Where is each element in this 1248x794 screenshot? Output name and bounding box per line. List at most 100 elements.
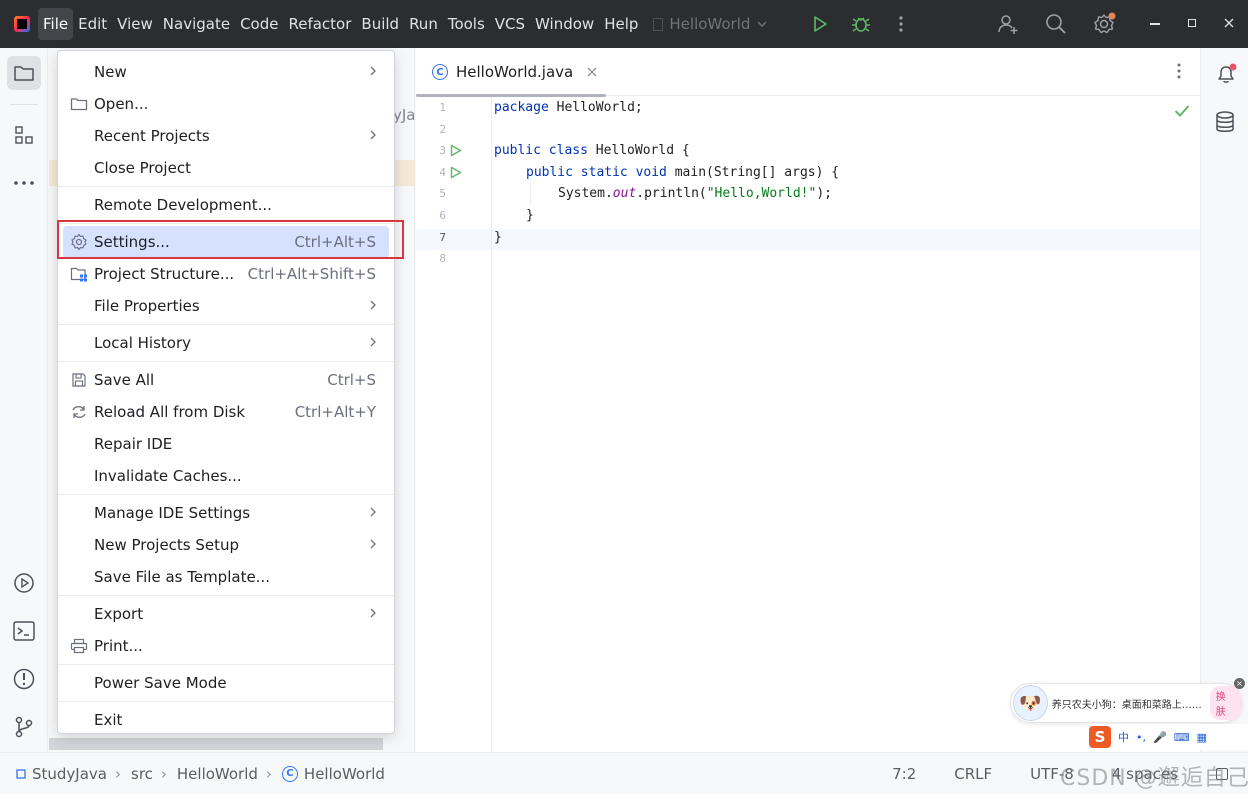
- menu-edit[interactable]: Edit: [73, 8, 112, 40]
- close-tab-icon[interactable]: [587, 67, 597, 77]
- caret-position[interactable]: 7:2: [892, 765, 916, 783]
- menu-item-recent-projects[interactable]: Recent Projects: [63, 120, 389, 152]
- menu-item-export[interactable]: Export: [63, 598, 389, 630]
- more-vertical-icon[interactable]: [896, 14, 906, 34]
- breadcrumb-item[interactable]: src: [131, 765, 153, 783]
- code-line-4: public static void main(String[] args) {: [526, 162, 839, 184]
- git-tool-button[interactable]: [7, 710, 41, 744]
- ime-skin-button[interactable]: 换肤: [1209, 686, 1241, 720]
- restore-button[interactable]: [1188, 19, 1196, 27]
- title-bar: File Edit View Navigate Code Refactor Bu…: [0, 0, 1248, 48]
- menu-vcs[interactable]: VCS: [490, 8, 530, 40]
- line-number: 8: [439, 252, 446, 266]
- add-user-icon[interactable]: [996, 12, 1020, 36]
- menu-navigate[interactable]: Navigate: [158, 8, 235, 40]
- menu-item-repair-ide[interactable]: Repair IDE: [63, 428, 389, 460]
- menu-tools[interactable]: Tools: [443, 8, 490, 40]
- database-icon[interactable]: [1214, 110, 1236, 134]
- menu-item-reload-all[interactable]: Reload All from Disk Ctrl+Alt+Y: [63, 396, 389, 428]
- microphone-icon[interactable]: 🎤: [1153, 731, 1167, 744]
- problems-tool-button[interactable]: [7, 662, 41, 696]
- intellij-logo-icon[interactable]: [14, 16, 30, 32]
- settings-gear-icon[interactable]: [1092, 12, 1116, 36]
- debug-icon[interactable]: [850, 13, 872, 35]
- menu-item-label: Close Project: [94, 159, 191, 177]
- punctuation-icon[interactable]: •,: [1136, 731, 1146, 744]
- menu-item-open[interactable]: Open...: [63, 88, 389, 120]
- menu-item-file-properties[interactable]: File Properties: [63, 290, 389, 322]
- close-window-icon[interactable]: [1224, 18, 1234, 28]
- menu-item-print[interactable]: Print...: [63, 630, 389, 662]
- line-number: 2: [439, 122, 446, 136]
- terminal-tool-button[interactable]: [7, 614, 41, 648]
- services-icon: [14, 573, 34, 593]
- no-problems-check-icon[interactable]: [1174, 104, 1190, 118]
- sogou-logo[interactable]: S: [1089, 726, 1111, 748]
- tab-more-icon[interactable]: [1176, 62, 1182, 80]
- right-tool-strip: [1200, 48, 1248, 752]
- search-icon[interactable]: [1044, 12, 1068, 36]
- menu-refactor[interactable]: Refactor: [283, 8, 356, 40]
- ime-popup[interactable]: 🐶 养只农夫小狗：桌面和菜路上…… 换肤: [1010, 683, 1242, 723]
- services-tool-button[interactable]: [7, 566, 41, 600]
- project-tool-button[interactable]: [7, 56, 41, 90]
- static-field: out: [612, 186, 637, 202]
- breadcrumb-item[interactable]: StudyJava: [32, 765, 107, 783]
- horizontal-scrollbar[interactable]: [49, 738, 383, 750]
- menu-separator: [58, 324, 394, 325]
- tab-title: HelloWorld.java: [456, 63, 574, 81]
- code-text: HelloWorld;: [548, 100, 643, 115]
- code-line-7: }: [494, 229, 502, 245]
- ime-popup-close-icon[interactable]: ×: [1234, 678, 1245, 689]
- menu-item-new[interactable]: New: [63, 56, 389, 88]
- menu-run[interactable]: Run: [404, 8, 443, 40]
- breadcrumb-item[interactable]: HelloWorld: [177, 765, 258, 783]
- line-separator[interactable]: CRLF: [954, 765, 992, 783]
- code-text: HelloWorld {: [587, 143, 690, 159]
- menu-item-save-all[interactable]: Save All Ctrl+S: [63, 364, 389, 396]
- menu-item-power-save-mode[interactable]: Power Save Mode: [63, 667, 389, 699]
- menu-item-remote-development[interactable]: Remote Development...: [63, 189, 389, 221]
- folder-icon: [70, 95, 88, 113]
- menu-item-close-project[interactable]: Close Project: [63, 152, 389, 184]
- menu-separator: [58, 595, 394, 596]
- menu-item-manage-ide-settings[interactable]: Manage IDE Settings: [63, 497, 389, 529]
- ime-mode-label[interactable]: 中: [1118, 729, 1129, 745]
- keyboard-icon[interactable]: ⌨: [1174, 731, 1190, 744]
- menu-item-project-structure[interactable]: Project Structure... Ctrl+Alt+Shift+S: [63, 258, 389, 290]
- more-tools-button[interactable]: [7, 166, 41, 200]
- code-area[interactable]: package HelloWorld; public class HelloWo…: [492, 97, 1200, 752]
- structure-tool-button[interactable]: [7, 118, 41, 152]
- run-class-gutter-icon[interactable]: [450, 140, 462, 162]
- menu-item-label: Remote Development...: [94, 196, 272, 214]
- menu-item-save-file-as-template[interactable]: Save File as Template...: [63, 561, 389, 593]
- menu-build[interactable]: Build: [356, 8, 404, 40]
- notifications-icon[interactable]: [1214, 62, 1238, 86]
- menu-separator: [58, 361, 394, 362]
- menu-item-new-projects-setup[interactable]: New Projects Setup: [63, 529, 389, 561]
- menu-item-invalidate-caches[interactable]: Invalidate Caches...: [63, 460, 389, 492]
- run-icon[interactable]: [810, 14, 830, 34]
- problems-icon: [13, 668, 35, 690]
- menu-item-label: Open...: [94, 95, 149, 113]
- chevron-right-icon: [370, 608, 376, 618]
- project-switcher[interactable]: HelloWorld: [653, 15, 768, 33]
- breadcrumb-separator: ›: [160, 764, 167, 783]
- keyword: public static void: [526, 164, 667, 180]
- menu-view[interactable]: View: [112, 8, 158, 40]
- git-branch-icon: [15, 716, 33, 738]
- minimize-button[interactable]: [1150, 23, 1160, 25]
- breadcrumb-item[interactable]: HelloWorld: [304, 765, 385, 783]
- menu-item-local-history[interactable]: Local History: [63, 327, 389, 359]
- ime-toolbox-icon[interactable]: ▦: [1197, 731, 1207, 744]
- menu-help[interactable]: Help: [599, 8, 643, 40]
- tab-helloworld-java[interactable]: C HelloWorld.java: [416, 48, 606, 97]
- menu-window[interactable]: Window: [530, 8, 599, 40]
- terminal-icon: [13, 621, 35, 641]
- menu-code[interactable]: Code: [235, 8, 283, 40]
- menu-item-exit[interactable]: Exit: [63, 704, 389, 736]
- menu-item-shortcut: Ctrl+S: [327, 371, 376, 389]
- settings-callout-box: [57, 220, 404, 259]
- run-main-gutter-icon[interactable]: [450, 162, 462, 184]
- menu-file[interactable]: File: [38, 8, 74, 40]
